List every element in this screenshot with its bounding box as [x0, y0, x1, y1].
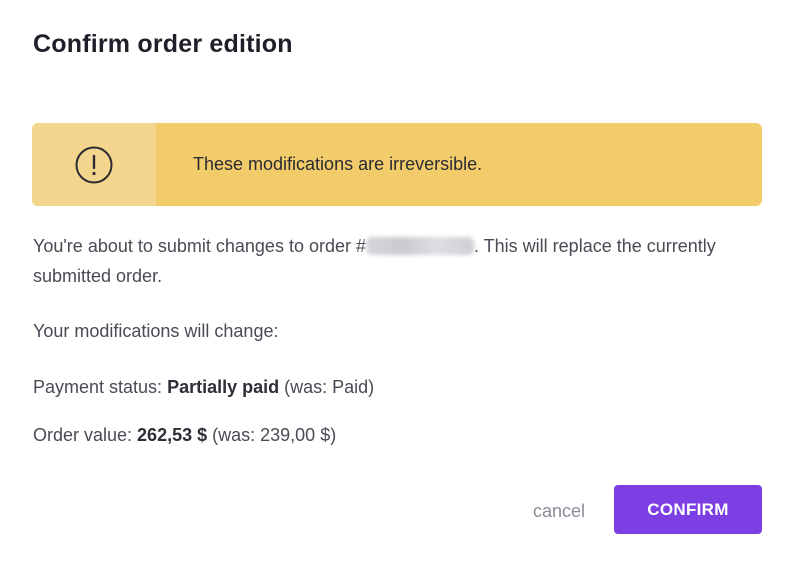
order-value-amount: 262,53 $	[137, 425, 208, 445]
dialog-title: Confirm order edition	[33, 30, 293, 58]
alert-icon-container	[32, 123, 156, 206]
alert-message: These modifications are irreversible.	[193, 154, 483, 174]
order-value-previous: (was: 239,00 $)	[207, 425, 337, 445]
payment-status-line: Payment status: Partially paid (was: Pai…	[33, 372, 374, 402]
warning-alert: These modifications are irreversible.	[32, 123, 762, 206]
payment-status-label: Payment status:	[33, 377, 168, 397]
cancel-button[interactable]: cancel	[533, 496, 585, 526]
intro-text-before: You're about to submit changes to order …	[33, 236, 366, 256]
changes-heading: Your modifications will change:	[33, 321, 279, 341]
order-value-label: Order value:	[33, 425, 138, 445]
exclamation-circle-icon	[75, 146, 113, 183]
confirm-button[interactable]: CONFIRM	[614, 485, 762, 534]
confirm-order-dialog: Confirm order edition These modification…	[0, 0, 792, 561]
intro-paragraph: You're about to submit changes to order …	[33, 231, 753, 291]
payment-status-value: Partially paid	[167, 377, 280, 397]
order-value-line: Order value: 262,53 $ (was: 239,00 $)	[33, 420, 336, 450]
redacted-order-number	[366, 237, 474, 255]
payment-status-previous: (was: Paid)	[279, 377, 375, 397]
